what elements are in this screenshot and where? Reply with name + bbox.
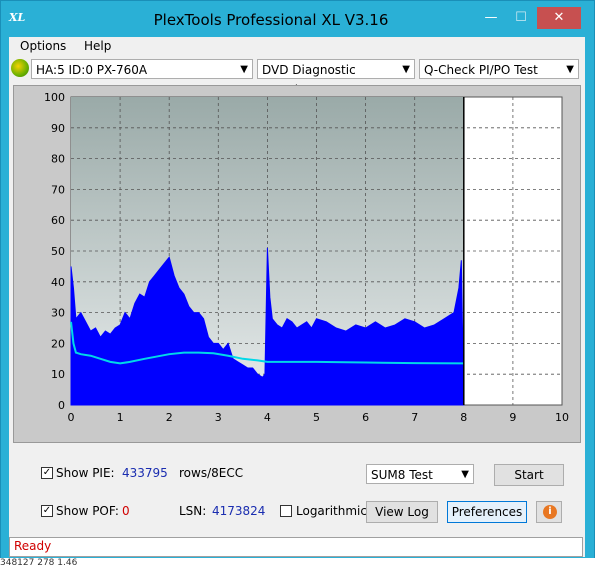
chevron-down-icon: ▼ — [402, 64, 410, 75]
chevron-down-icon: ▼ — [461, 469, 469, 480]
chevron-down-icon: ▼ — [240, 64, 248, 75]
sum-test-select[interactable]: SUM8 Test ▼ — [366, 464, 474, 484]
y-tick-label: 100 — [44, 91, 65, 104]
status-text: Ready — [14, 539, 52, 553]
close-button[interactable]: ✕ — [537, 7, 581, 29]
logarithmic-checkbox[interactable] — [280, 505, 292, 517]
x-tick-label: 10 — [555, 411, 569, 424]
x-tick-label: 0 — [68, 411, 75, 424]
y-tick-label: 0 — [58, 399, 65, 412]
x-tick-label: 2 — [166, 411, 173, 424]
background-window-text: 348127 278 1.46 — [0, 558, 595, 566]
show-pof-label: Show POF: — [56, 504, 119, 518]
bottom-controls: ✓ Show PIE: 433795 rows/8ECC SUM8 Test ▼… — [9, 457, 585, 535]
y-tick-label: 60 — [51, 214, 65, 227]
title-bar[interactable]: XL PlexTools Professional XL V3.16 — ☐ ✕ — [1, 1, 594, 37]
y-tick-label: 90 — [51, 122, 65, 135]
start-button[interactable]: Start — [494, 464, 564, 486]
show-pie-checkbox[interactable]: ✓ — [41, 467, 53, 479]
x-tick-label: 7 — [411, 411, 418, 424]
menu-bar: Options Help — [9, 37, 585, 57]
view-log-button[interactable]: View Log — [366, 501, 438, 523]
y-tick-label: 30 — [51, 307, 65, 320]
drive-select-value: HA:5 ID:0 PX-760A — [36, 63, 148, 77]
logarithmic-label: Logarithmic — [296, 504, 367, 518]
chevron-down-icon: ▼ — [566, 64, 574, 75]
x-tick-label: 9 — [509, 411, 516, 424]
client-area: Options Help HA:5 ID:0 PX-760A ▼ DVD Dia… — [9, 37, 585, 557]
y-tick-label: 10 — [51, 368, 65, 381]
drive-select[interactable]: HA:5 ID:0 PX-760A ▼ — [31, 59, 253, 79]
preferences-button[interactable]: Preferences — [447, 501, 527, 523]
toolbar: HA:5 ID:0 PX-760A ▼ DVD Diagnostic Funct… — [9, 57, 585, 97]
y-tick-label: 40 — [51, 276, 65, 289]
sum-test-value: SUM8 Test — [371, 468, 433, 482]
y-tick-label: 80 — [51, 153, 65, 166]
x-tick-label: 8 — [460, 411, 467, 424]
y-tick-label: 50 — [51, 245, 65, 258]
status-bar: Ready — [9, 537, 583, 557]
window-title: PlexTools Professional XL V3.16 — [153, 11, 389, 29]
pie-chart-svg: 0 1 2 3 4 5 6 7 8 9 100102030405060708090100 — [44, 91, 569, 424]
test-select-value: Q-Check PI/PO Test — [424, 63, 538, 77]
x-tick-label: 1 — [117, 411, 124, 424]
show-pie-label: Show PIE: — [56, 466, 115, 480]
maximize-button[interactable]: ☐ — [507, 7, 535, 29]
pie-unit: rows/8ECC — [179, 466, 244, 480]
info-icon: i — [543, 505, 557, 519]
x-tick-label: 4 — [264, 411, 271, 424]
minimize-button[interactable]: — — [477, 7, 505, 29]
y-tick-label: 70 — [51, 183, 65, 196]
x-tick-label: 3 — [215, 411, 222, 424]
info-button[interactable]: i — [536, 501, 562, 523]
y-tick-label: 20 — [51, 337, 65, 350]
x-tick-label: 6 — [362, 411, 369, 424]
app-window: XL PlexTools Professional XL V3.16 — ☐ ✕… — [0, 0, 595, 560]
menu-help[interactable]: Help — [84, 39, 111, 53]
lsn-label: LSN: — [179, 504, 207, 518]
chart-panel: 0 1 2 3 4 5 6 7 8 9 10 0 10 20 30 40 50 60 70 80 90 100 — [13, 85, 581, 443]
show-pof-checkbox[interactable]: ✓ — [41, 505, 53, 517]
x-tick-label: 5 — [313, 411, 320, 424]
pof-value: 0 — [122, 504, 130, 518]
pie-value: 433795 — [122, 466, 168, 480]
menu-options[interactable]: Options — [20, 39, 66, 53]
function-select[interactable]: DVD Diagnostic Functions ▼ — [257, 59, 415, 97]
disc-drive-icon — [11, 59, 29, 77]
lsn-value: 4173824 — [212, 504, 266, 518]
test-select[interactable]: Q-Check PI/PO Test ▼ — [419, 59, 579, 79]
